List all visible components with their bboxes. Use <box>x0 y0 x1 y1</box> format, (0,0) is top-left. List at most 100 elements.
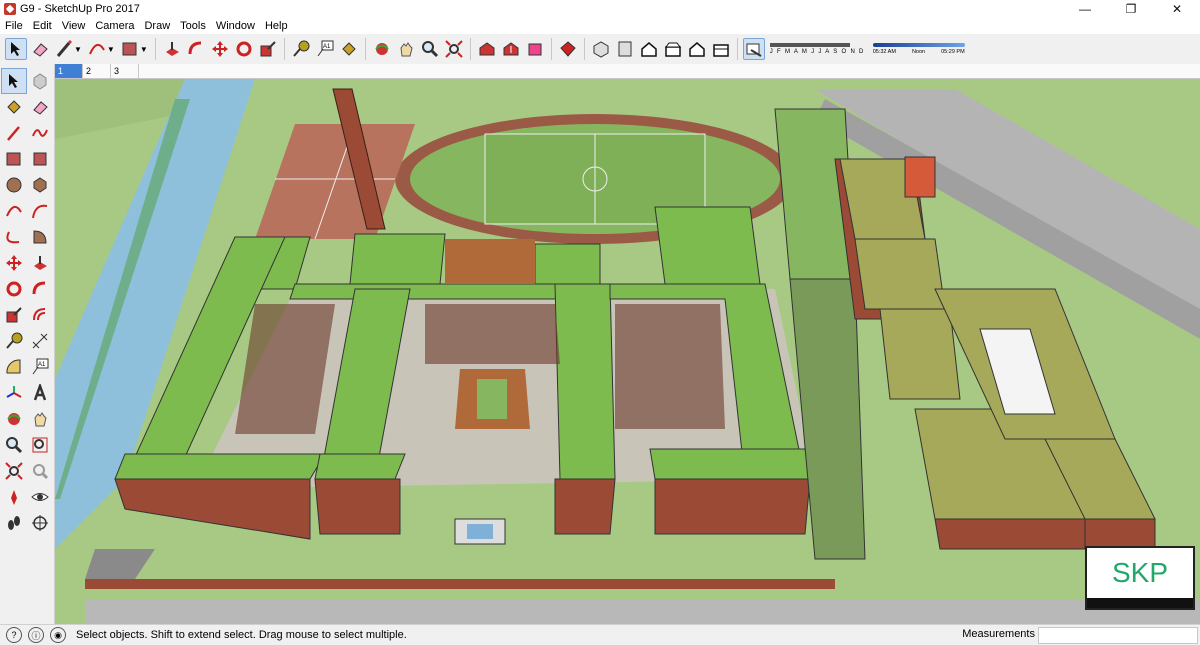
menu-tools[interactable]: Tools <box>175 20 211 32</box>
eraser-tool-icon[interactable] <box>29 38 51 60</box>
scene-tab-3[interactable]: 3 <box>111 64 139 78</box>
arc-tool-icon[interactable] <box>1 198 27 224</box>
close-button[interactable]: ✕ <box>1154 0 1200 18</box>
zoom-extents-tool-icon[interactable] <box>1 458 27 484</box>
paint-bucket-tool-icon[interactable] <box>1 94 27 120</box>
make-component-icon[interactable] <box>27 68 53 94</box>
minimize-button[interactable]: — <box>1062 0 1108 18</box>
freehand-tool-icon[interactable] <box>27 120 53 146</box>
time-start-label: 05:32 AM <box>872 49 896 55</box>
scene-tab-2[interactable]: 2 <box>83 64 111 78</box>
menu-window[interactable]: Window <box>211 20 260 32</box>
3d-text-tool-icon[interactable] <box>27 380 53 406</box>
protractor-tool-icon[interactable] <box>1 354 27 380</box>
month-slider[interactable] <box>769 43 850 47</box>
scene-tab-1[interactable]: 1 <box>55 64 83 78</box>
text-tool-icon[interactable]: A1 <box>314 38 336 60</box>
look-around-eye-icon[interactable] <box>27 484 53 510</box>
model-viewport[interactable]: SKP <box>55 79 1200 624</box>
offset-tool-icon[interactable] <box>27 302 53 328</box>
geo-location-icon[interactable]: ? <box>6 627 22 643</box>
rectangle-tool-icon[interactable] <box>1 146 27 172</box>
circle-tool-icon[interactable] <box>1 172 27 198</box>
status-bar: ? ⓘ ◉ Select objects. Shift to extend se… <box>0 624 1200 645</box>
arc-tool-icon[interactable] <box>86 38 108 60</box>
polygon-tool-icon[interactable] <box>27 172 53 198</box>
move-tool-icon[interactable] <box>209 38 231 60</box>
line-tool-icon[interactable] <box>53 38 75 60</box>
front-view-icon[interactable] <box>638 38 660 60</box>
dropdown-arrow-icon[interactable]: ▼ <box>107 45 115 54</box>
menu-edit[interactable]: Edit <box>28 20 57 32</box>
follow-me-tool-icon[interactable] <box>27 276 53 302</box>
pan-tool-icon[interactable] <box>395 38 417 60</box>
follow-me-tool-icon[interactable] <box>185 38 207 60</box>
select-tool-icon[interactable] <box>1 68 27 94</box>
dimension-tool-icon[interactable] <box>27 328 53 354</box>
zoom-tool-icon[interactable] <box>419 38 441 60</box>
zoom-tool-icon[interactable] <box>1 432 27 458</box>
month-labels: J F M A M J J A S O N D <box>769 49 865 55</box>
iso-view-icon[interactable] <box>590 38 612 60</box>
extension-warehouse-icon[interactable] <box>557 38 579 60</box>
maximize-button[interactable]: ❐ <box>1108 0 1154 18</box>
select-tool-icon[interactable] <box>5 38 27 60</box>
dropdown-arrow-icon[interactable]: ▼ <box>140 45 148 54</box>
skp-watermark: SKP <box>1085 546 1195 610</box>
menu-view[interactable]: View <box>57 20 91 32</box>
eraser-tool-icon[interactable] <box>27 94 53 120</box>
previous-view-icon[interactable] <box>27 458 53 484</box>
svg-text:A1: A1 <box>323 44 331 50</box>
push-pull-tool-icon[interactable] <box>161 38 183 60</box>
user-icon[interactable]: ◉ <box>50 627 66 643</box>
right-view-icon[interactable] <box>662 38 684 60</box>
menu-help[interactable]: Help <box>260 20 293 32</box>
scale-tool-icon[interactable] <box>1 302 27 328</box>
rectangle-tool-icon[interactable] <box>119 38 141 60</box>
line-tool-icon[interactable] <box>1 120 27 146</box>
time-settings: 05:32 AM Noon 05:29 PM <box>872 43 965 55</box>
share-component-icon[interactable] <box>524 38 546 60</box>
credits-icon[interactable]: ⓘ <box>28 627 44 643</box>
orbit-tool-icon[interactable] <box>1 406 27 432</box>
pan-tool-icon[interactable] <box>27 406 53 432</box>
section-plane-icon[interactable] <box>27 510 53 536</box>
time-slider[interactable] <box>872 43 965 47</box>
measurements-input[interactable] <box>1038 627 1198 644</box>
tape-measure-tool-icon[interactable] <box>290 38 312 60</box>
paint-bucket-tool-icon[interactable] <box>338 38 360 60</box>
scale-tool-icon[interactable] <box>257 38 279 60</box>
zoom-window-tool-icon[interactable] <box>27 432 53 458</box>
warehouse-icon[interactable] <box>476 38 498 60</box>
walk-footprints-icon[interactable] <box>1 510 27 536</box>
title-bar: G9 - SketchUp Pro 2017 — ❐ ✕ <box>0 0 1200 18</box>
rotate-tool-icon[interactable] <box>1 276 27 302</box>
tape-measure-tool-icon[interactable] <box>1 328 27 354</box>
left-view-icon[interactable] <box>710 38 732 60</box>
dropdown-arrow-icon[interactable]: ▼ <box>74 45 82 54</box>
orbit-tool-icon[interactable] <box>371 38 393 60</box>
menu-draw[interactable]: Draw <box>139 20 175 32</box>
share-model-icon[interactable] <box>500 38 522 60</box>
axes-tool-icon[interactable] <box>1 380 27 406</box>
three-point-arc-tool-icon[interactable] <box>1 224 27 250</box>
shadow-settings: J F M A M J J A S O N D <box>769 43 865 55</box>
rotated-rectangle-tool-icon[interactable] <box>27 146 53 172</box>
zoom-extents-tool-icon[interactable] <box>443 38 465 60</box>
move-tool-icon[interactable] <box>1 250 27 276</box>
school-campus-model <box>55 79 1200 624</box>
menu-camera[interactable]: Camera <box>90 20 139 32</box>
top-view-icon[interactable] <box>614 38 636 60</box>
window-title: G9 - SketchUp Pro 2017 <box>20 3 140 15</box>
top-toolbar: ▼ ▼ ▼ A1 J F M A M J J A S O N D 05:32 A… <box>0 34 1200 65</box>
push-pull-tool-icon[interactable] <box>27 250 53 276</box>
back-view-icon[interactable] <box>686 38 708 60</box>
menu-file[interactable]: File <box>0 20 28 32</box>
rotate-tool-icon[interactable] <box>233 38 255 60</box>
left-toolbar: A1 <box>0 64 55 624</box>
two-point-arc-tool-icon[interactable] <box>27 198 53 224</box>
shadows-toggle-icon[interactable] <box>742 38 765 60</box>
position-camera-icon[interactable] <box>1 484 27 510</box>
text-tool-icon[interactable]: A1 <box>27 354 53 380</box>
pie-tool-icon[interactable] <box>27 224 53 250</box>
